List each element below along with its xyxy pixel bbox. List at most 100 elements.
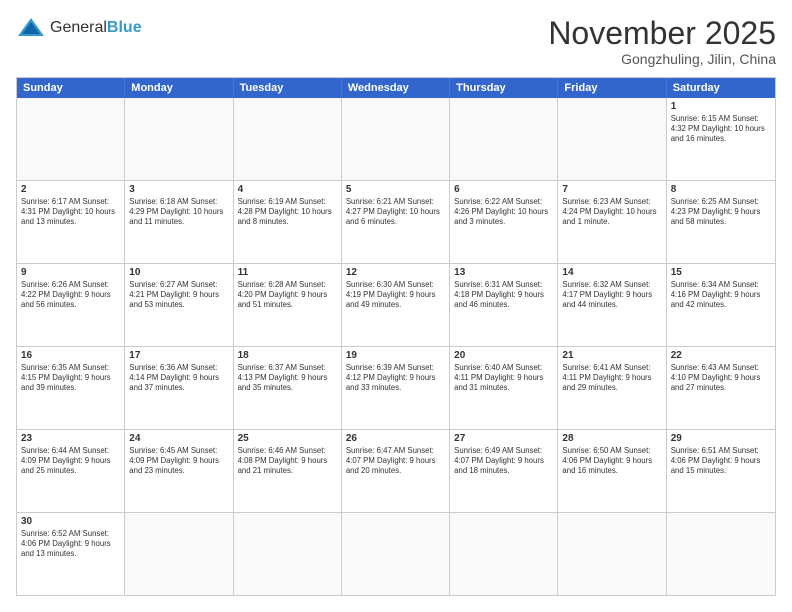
day-number: 23 — [21, 433, 120, 444]
calendar-cell — [450, 98, 558, 180]
calendar-cell — [342, 98, 450, 180]
day-number: 27 — [454, 433, 553, 444]
title-block: November 2025 Gongzhuling, Jilin, China — [548, 16, 776, 67]
calendar-cell: 20 Sunrise: 6:40 AM Sunset: 4:11 PM Dayli… — [450, 347, 558, 429]
calendar-cell: 15 Sunrise: 6:34 AM Sunset: 4:16 PM Dayli… — [667, 264, 775, 346]
calendar-cell — [125, 513, 233, 595]
calendar-cell: 19 Sunrise: 6:39 AM Sunset: 4:12 PM Dayli… — [342, 347, 450, 429]
day-info: Sunrise: 6:21 AM Sunset: 4:27 PM Dayligh… — [346, 197, 445, 227]
calendar-cell: 28 Sunrise: 6:50 AM Sunset: 4:06 PM Dayli… — [558, 430, 666, 512]
day-info: Sunrise: 6:47 AM Sunset: 4:07 PM Dayligh… — [346, 446, 445, 476]
day-number: 6 — [454, 184, 553, 195]
calendar-cell — [558, 513, 666, 595]
day-number: 20 — [454, 350, 553, 361]
calendar-cell: 9Sunrise: 6:26 AM Sunset: 4:22 PM Daylig… — [17, 264, 125, 346]
header: GeneralBlue November 2025 Gongzhuling, J… — [16, 16, 776, 67]
header-saturday: Saturday — [667, 78, 775, 98]
day-info: Sunrise: 6:34 AM Sunset: 4:16 PM Dayligh… — [671, 280, 771, 310]
day-number: 11 — [238, 267, 337, 278]
day-number: 22 — [671, 350, 771, 361]
day-info: Sunrise: 6:15 AM Sunset: 4:32 PM Dayligh… — [671, 114, 771, 144]
day-number: 13 — [454, 267, 553, 278]
calendar-cell: 25 Sunrise: 6:46 AM Sunset: 4:08 PM Dayli… — [234, 430, 342, 512]
day-info: Sunrise: 6:31 AM Sunset: 4:18 PM Dayligh… — [454, 280, 553, 310]
day-info: Sunrise: 6:43 AM Sunset: 4:10 PM Dayligh… — [671, 363, 771, 393]
day-info: Sunrise: 6:41 AM Sunset: 4:11 PM Dayligh… — [562, 363, 661, 393]
day-info: Sunrise: 6:37 AM Sunset: 4:13 PM Dayligh… — [238, 363, 337, 393]
day-info: Sunrise: 6:22 AM Sunset: 4:26 PM Dayligh… — [454, 197, 553, 227]
day-info: Sunrise: 6:17 AM Sunset: 4:31 PM Dayligh… — [21, 197, 120, 227]
calendar-row: 9Sunrise: 6:26 AM Sunset: 4:22 PM Daylig… — [17, 264, 775, 347]
calendar-cell: 10 Sunrise: 6:27 AM Sunset: 4:21 PM Dayli… — [125, 264, 233, 346]
calendar-header: Sunday Monday Tuesday Wednesday Thursday… — [17, 78, 775, 98]
calendar-cell: 24 Sunrise: 6:45 AM Sunset: 4:09 PM Dayli… — [125, 430, 233, 512]
header-friday: Friday — [558, 78, 666, 98]
calendar-cell: 6 Sunrise: 6:22 AM Sunset: 4:26 PM Daylig… — [450, 181, 558, 263]
calendar-cell — [234, 513, 342, 595]
calendar-cell: 21Sunrise: 6:41 AM Sunset: 4:11 PM Dayli… — [558, 347, 666, 429]
page: GeneralBlue November 2025 Gongzhuling, J… — [0, 0, 792, 612]
day-info: Sunrise: 6:27 AM Sunset: 4:21 PM Dayligh… — [129, 280, 228, 310]
day-number: 29 — [671, 433, 771, 444]
day-number: 30 — [21, 516, 120, 527]
header-tuesday: Tuesday — [234, 78, 342, 98]
day-info: Sunrise: 6:35 AM Sunset: 4:15 PM Dayligh… — [21, 363, 120, 393]
calendar-cell: 11Sunrise: 6:28 AM Sunset: 4:20 PM Dayli… — [234, 264, 342, 346]
calendar-cell: 12Sunrise: 6:30 AM Sunset: 4:19 PM Dayli… — [342, 264, 450, 346]
day-info: Sunrise: 6:50 AM Sunset: 4:06 PM Dayligh… — [562, 446, 661, 476]
calendar-row: 16Sunrise: 6:35 AM Sunset: 4:15 PM Dayli… — [17, 347, 775, 430]
header-thursday: Thursday — [450, 78, 558, 98]
day-info: Sunrise: 6:51 AM Sunset: 4:06 PM Dayligh… — [671, 446, 771, 476]
day-info: Sunrise: 6:45 AM Sunset: 4:09 PM Dayligh… — [129, 446, 228, 476]
logo: GeneralBlue — [16, 16, 142, 40]
calendar-cell: 29 Sunrise: 6:51 AM Sunset: 4:06 PM Dayli… — [667, 430, 775, 512]
calendar-cell — [342, 513, 450, 595]
header-wednesday: Wednesday — [342, 78, 450, 98]
day-number: 25 — [238, 433, 337, 444]
day-number: 14 — [562, 267, 661, 278]
day-info: Sunrise: 6:49 AM Sunset: 4:07 PM Dayligh… — [454, 446, 553, 476]
day-info: Sunrise: 6:46 AM Sunset: 4:08 PM Dayligh… — [238, 446, 337, 476]
calendar-cell — [667, 513, 775, 595]
logo-icon — [16, 16, 46, 40]
day-number: 15 — [671, 267, 771, 278]
day-info: Sunrise: 6:19 AM Sunset: 4:28 PM Dayligh… — [238, 197, 337, 227]
calendar-cell: 26Sunrise: 6:47 AM Sunset: 4:07 PM Dayli… — [342, 430, 450, 512]
day-info: Sunrise: 6:25 AM Sunset: 4:23 PM Dayligh… — [671, 197, 771, 227]
location: Gongzhuling, Jilin, China — [548, 51, 776, 67]
day-info: Sunrise: 6:18 AM Sunset: 4:29 PM Dayligh… — [129, 197, 228, 227]
calendar-cell: 13 Sunrise: 6:31 AM Sunset: 4:18 PM Dayli… — [450, 264, 558, 346]
calendar-cell — [17, 98, 125, 180]
day-number: 2 — [21, 184, 120, 195]
calendar-cell: 16Sunrise: 6:35 AM Sunset: 4:15 PM Dayli… — [17, 347, 125, 429]
day-number: 12 — [346, 267, 445, 278]
calendar-cell: 7 Sunrise: 6:23 AM Sunset: 4:24 PM Daylig… — [558, 181, 666, 263]
day-number: 28 — [562, 433, 661, 444]
calendar-cell: 3Sunrise: 6:18 AM Sunset: 4:29 PM Daylig… — [125, 181, 233, 263]
calendar-row: 2 Sunrise: 6:17 AM Sunset: 4:31 PM Daylig… — [17, 181, 775, 264]
calendar-row: 23 Sunrise: 6:44 AM Sunset: 4:09 PM Dayli… — [17, 430, 775, 513]
calendar-cell: 22 Sunrise: 6:43 AM Sunset: 4:10 PM Dayli… — [667, 347, 775, 429]
day-info: Sunrise: 6:39 AM Sunset: 4:12 PM Dayligh… — [346, 363, 445, 393]
calendar-cell — [558, 98, 666, 180]
calendar-cell: 5Sunrise: 6:21 AM Sunset: 4:27 PM Daylig… — [342, 181, 450, 263]
day-number: 7 — [562, 184, 661, 195]
calendar-cell: 8Sunrise: 6:25 AM Sunset: 4:23 PM Daylig… — [667, 181, 775, 263]
calendar-row: 1Sunrise: 6:15 AM Sunset: 4:32 PM Daylig… — [17, 98, 775, 181]
day-number: 10 — [129, 267, 228, 278]
month-year: November 2025 — [548, 16, 776, 51]
day-number: 19 — [346, 350, 445, 361]
day-number: 24 — [129, 433, 228, 444]
calendar-cell: 2 Sunrise: 6:17 AM Sunset: 4:31 PM Daylig… — [17, 181, 125, 263]
day-number: 9 — [21, 267, 120, 278]
calendar-cell: 18 Sunrise: 6:37 AM Sunset: 4:13 PM Dayli… — [234, 347, 342, 429]
day-info: Sunrise: 6:23 AM Sunset: 4:24 PM Dayligh… — [562, 197, 661, 227]
day-info: Sunrise: 6:44 AM Sunset: 4:09 PM Dayligh… — [21, 446, 120, 476]
day-info: Sunrise: 6:32 AM Sunset: 4:17 PM Dayligh… — [562, 280, 661, 310]
logo-text: GeneralBlue — [50, 19, 142, 37]
day-info: Sunrise: 6:40 AM Sunset: 4:11 PM Dayligh… — [454, 363, 553, 393]
calendar: Sunday Monday Tuesday Wednesday Thursday… — [16, 77, 776, 596]
calendar-cell: 17Sunrise: 6:36 AM Sunset: 4:14 PM Dayli… — [125, 347, 233, 429]
day-number: 18 — [238, 350, 337, 361]
calendar-row: 30Sunrise: 6:52 AM Sunset: 4:06 PM Dayli… — [17, 513, 775, 595]
